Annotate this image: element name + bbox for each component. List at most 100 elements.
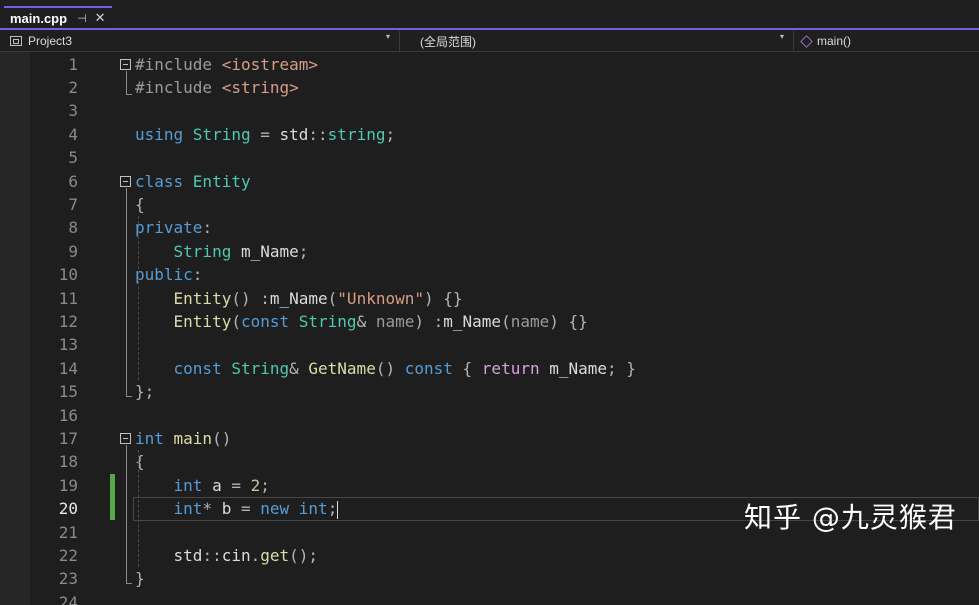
code-token: const — [404, 358, 463, 378]
code-line[interactable]: using String = std::string; — [135, 123, 395, 146]
code-token: get — [260, 545, 290, 565]
code-token: ; — [385, 124, 396, 144]
tab-main-cpp[interactable]: main.cpp ⊣ ✕ — [4, 6, 112, 28]
code-token: ( — [327, 288, 338, 308]
code-token: string — [327, 124, 386, 144]
line-number: 15 — [58, 382, 78, 402]
line-number: 24 — [58, 592, 78, 605]
code-token: : — [192, 265, 203, 285]
code-token: () : — [231, 288, 270, 308]
line-number: 11 — [58, 288, 78, 308]
code-line[interactable]: Entity(const String& name) :m_Name(name)… — [135, 310, 588, 333]
line-number: 12 — [58, 311, 78, 331]
pin-icon[interactable]: ⊣ — [77, 12, 87, 25]
code-line[interactable]: int main() — [135, 427, 231, 450]
code-line[interactable]: } — [135, 567, 145, 590]
code-token: GetName — [308, 358, 376, 378]
project-dropdown[interactable]: Project3 ▾ — [4, 31, 400, 51]
code-token: :: — [202, 545, 222, 565]
method-cube-icon — [800, 34, 813, 48]
scope-dropdown[interactable]: (全局范围) ▾ — [402, 31, 794, 51]
code-token: & — [356, 311, 376, 331]
code-line[interactable]: #include <iostream> — [135, 53, 318, 76]
code-token: (); — [289, 545, 319, 565]
code-token: int — [173, 475, 213, 495]
collapse-icon[interactable] — [120, 432, 131, 444]
code-token: cin — [221, 545, 251, 565]
code-line[interactable]: std::cin.get(); — [135, 544, 319, 567]
code-token: using — [135, 124, 193, 144]
code-line[interactable]: class Entity — [135, 170, 251, 193]
code-token: const — [173, 358, 232, 378]
code-token: std — [173, 545, 203, 565]
code-token: return — [481, 358, 550, 378]
line-number-gutter: 1 2 3 4 5 6 7 8 9 10 11 12 13 14 15 16 17 18 19 20 21 22 23 24 — [30, 52, 80, 605]
line-number: 17 — [58, 428, 78, 448]
line-number: 5 — [68, 148, 78, 168]
code-token: m_Name — [443, 311, 502, 331]
code-token: ( — [501, 311, 511, 331]
code-token: String — [173, 241, 232, 261]
code-token: int — [135, 428, 174, 448]
outline-line — [126, 444, 127, 584]
code-token: public — [135, 265, 193, 285]
code-token: #include — [135, 77, 222, 97]
code-line[interactable]: int* b = new int; — [135, 497, 339, 520]
line-number: 8 — [68, 218, 78, 238]
code-token: { — [135, 452, 145, 472]
code-line[interactable]: public: — [135, 263, 202, 286]
member-name: main() — [817, 34, 852, 48]
code-token: ; — [260, 475, 270, 495]
indent-guide — [138, 450, 139, 568]
outline-end — [126, 583, 132, 585]
code-line[interactable]: }; — [135, 380, 154, 403]
change-indicator — [110, 473, 115, 521]
line-number: 2 — [68, 77, 78, 97]
collapse-icon[interactable] — [120, 58, 131, 70]
code-token: name — [375, 311, 415, 331]
code-line[interactable]: private: — [135, 216, 212, 239]
text-caret — [337, 500, 339, 519]
code-token: ( — [231, 311, 241, 331]
code-token: { — [462, 358, 482, 378]
code-token: int — [298, 499, 328, 519]
collapse-icon[interactable] — [120, 175, 131, 187]
code-line[interactable]: const String& GetName() const { return m… — [135, 357, 636, 380]
code-line[interactable]: #include <string> — [135, 76, 299, 99]
code-token: = — [231, 499, 261, 519]
code-token: 2 — [250, 475, 261, 495]
close-icon[interactable]: ✕ — [95, 10, 106, 26]
code-line[interactable]: { — [135, 193, 145, 216]
line-number: 9 — [68, 241, 78, 261]
code-line[interactable]: String m_Name; — [135, 240, 309, 263]
code-token: * — [202, 499, 222, 519]
outline-end — [126, 396, 132, 398]
code-token: a — [212, 475, 222, 495]
code-token: Entity — [173, 288, 232, 308]
code-token: String — [298, 311, 357, 331]
code-token: m_Name — [231, 241, 299, 261]
code-line[interactable]: int a = 2; — [135, 474, 270, 497]
line-number: 1 — [68, 54, 78, 74]
code-line[interactable]: { — [135, 450, 145, 473]
line-number: 21 — [58, 522, 78, 542]
code-token: ) {} — [424, 288, 463, 308]
code-token: m_Name — [269, 288, 328, 308]
code-token: () — [212, 428, 232, 448]
code-token: : — [202, 218, 213, 238]
code-token: const — [240, 311, 299, 331]
line-number: 22 — [58, 545, 78, 565]
member-dropdown[interactable]: main() — [796, 31, 979, 51]
code-token: ; — [327, 499, 338, 519]
line-number: 6 — [68, 171, 78, 191]
line-number: 20 — [58, 499, 78, 519]
project-name: Project3 — [28, 34, 73, 48]
line-number: 3 — [68, 101, 78, 121]
document-tab-strip: main.cpp ⊣ ✕ — [0, 0, 979, 30]
code-token: = — [221, 475, 251, 495]
code-line[interactable]: Entity() :m_Name("Unknown") {} — [135, 287, 463, 310]
